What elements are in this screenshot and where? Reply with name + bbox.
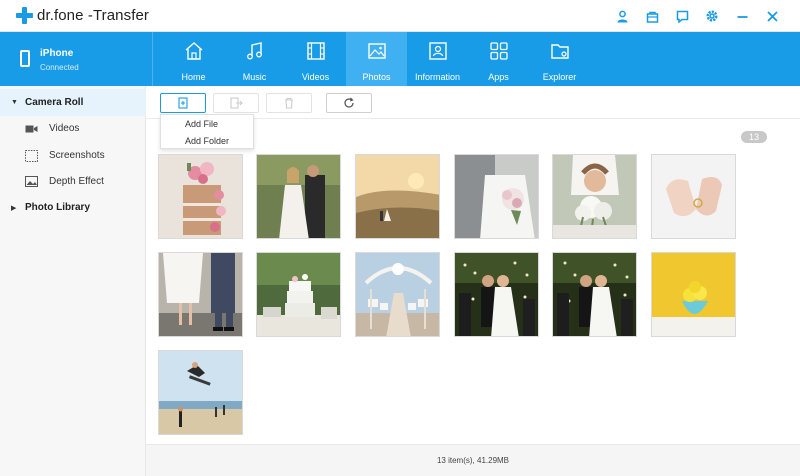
tab-music[interactable]: Music: [224, 32, 285, 86]
screenshot-icon: [24, 149, 38, 162]
home-icon: [185, 42, 202, 60]
feedback-icon[interactable]: [674, 8, 690, 24]
photo-thumbnail[interactable]: [158, 252, 243, 337]
add-button[interactable]: [160, 93, 206, 113]
photo-thumbnail[interactable]: [552, 154, 637, 239]
sidebar-item-label: Photo Library: [25, 202, 91, 213]
tab-label: Music: [242, 72, 267, 82]
sidebar-item-label: Depth Effect: [49, 176, 104, 187]
apps-grid-icon: [489, 42, 508, 60]
sidebar-item-photo-library[interactable]: ▶ Photo Library: [0, 194, 146, 221]
photo-thumbnail[interactable]: [256, 154, 341, 239]
caret-down-icon: ▼: [11, 99, 18, 106]
app-title: dr.fone -Transfer: [37, 7, 150, 24]
photo-count-badge: 13: [741, 131, 767, 143]
contact-card-icon: [428, 42, 447, 60]
bag-icon[interactable]: [644, 8, 660, 24]
photo-thumbnail[interactable]: [158, 350, 243, 435]
image-icon: [24, 176, 38, 188]
tab-label: Photos: [362, 72, 391, 82]
add-icon: [178, 97, 188, 109]
phone-icon: [20, 50, 30, 67]
tab-label: Videos: [301, 72, 330, 82]
status-bar: 13 item(s), 41.29MB: [146, 444, 800, 476]
photo-thumbnail[interactable]: [355, 154, 440, 239]
photo-icon: [367, 43, 386, 59]
plus-logo-icon: [16, 7, 33, 24]
app-logo: dr.fone -Transfer: [16, 7, 149, 24]
tab-photos[interactable]: Photos: [346, 32, 407, 86]
photo-thumbnail[interactable]: [355, 252, 440, 337]
delete-icon: [285, 97, 293, 109]
tab-label: Information: [414, 72, 461, 82]
sidebar-item-label: Videos: [49, 123, 80, 134]
tab-label: Home: [181, 72, 206, 82]
window-controls: [614, 8, 780, 24]
nav-bar: iPhone Connected Home Music Videos Photo…: [0, 32, 800, 86]
export-icon: [229, 97, 243, 109]
sidebar-item-videos[interactable]: Videos: [0, 115, 146, 142]
tab-videos[interactable]: Videos: [285, 32, 346, 86]
film-icon: [306, 42, 325, 60]
photo-thumbnail[interactable]: [454, 154, 539, 239]
refresh-icon: [344, 97, 354, 108]
photo-thumbnail[interactable]: [158, 154, 243, 239]
add-dropdown-menu: Add File Add Folder: [160, 114, 254, 149]
photo-thumbnail[interactable]: [454, 252, 539, 337]
photo-thumbnail[interactable]: [256, 252, 341, 337]
device-name: iPhone: [40, 48, 74, 59]
photo-grid: 13: [146, 119, 800, 444]
caret-right-icon: ▶: [11, 204, 17, 212]
tab-explorer[interactable]: Explorer: [529, 32, 590, 86]
export-button[interactable]: [213, 93, 259, 113]
sidebar-item-screenshots[interactable]: Screenshots: [0, 142, 146, 169]
photo-thumbnail[interactable]: [651, 252, 736, 337]
sidebar: ▼ Camera Roll Videos Screenshots Depth E…: [0, 86, 146, 476]
refresh-button[interactable]: [326, 93, 372, 113]
sidebar-item-depth-effect[interactable]: Depth Effect: [0, 168, 146, 195]
tab-information[interactable]: Information: [407, 32, 468, 86]
sidebar-item-label: Screenshots: [49, 150, 105, 161]
menu-item-add-folder[interactable]: Add Folder: [161, 133, 253, 149]
device-info[interactable]: iPhone Connected: [0, 32, 153, 86]
settings-icon[interactable]: [704, 8, 720, 24]
device-status: Connected: [40, 63, 79, 72]
photo-thumbnail[interactable]: [552, 252, 637, 337]
main-tabs: Home Music Videos Photos Information App…: [163, 32, 590, 86]
folder-icon: [550, 44, 569, 59]
close-icon[interactable]: [764, 8, 780, 24]
sidebar-item-camera-roll[interactable]: ▼ Camera Roll: [0, 89, 146, 116]
menu-item-add-file[interactable]: Add File: [161, 116, 253, 132]
minimize-icon[interactable]: [734, 8, 750, 24]
tab-label: Explorer: [542, 72, 577, 82]
photo-thumbnail[interactable]: [651, 154, 736, 239]
title-bar: dr.fone -Transfer: [0, 0, 800, 32]
sidebar-item-label: Camera Roll: [25, 97, 84, 108]
user-icon[interactable]: [614, 8, 630, 24]
tab-label: Apps: [488, 72, 509, 82]
delete-button[interactable]: [266, 93, 312, 113]
tab-home[interactable]: Home: [163, 32, 224, 86]
video-camera-icon: [24, 123, 38, 135]
tab-apps[interactable]: Apps: [468, 32, 529, 86]
music-icon: [246, 42, 262, 60]
